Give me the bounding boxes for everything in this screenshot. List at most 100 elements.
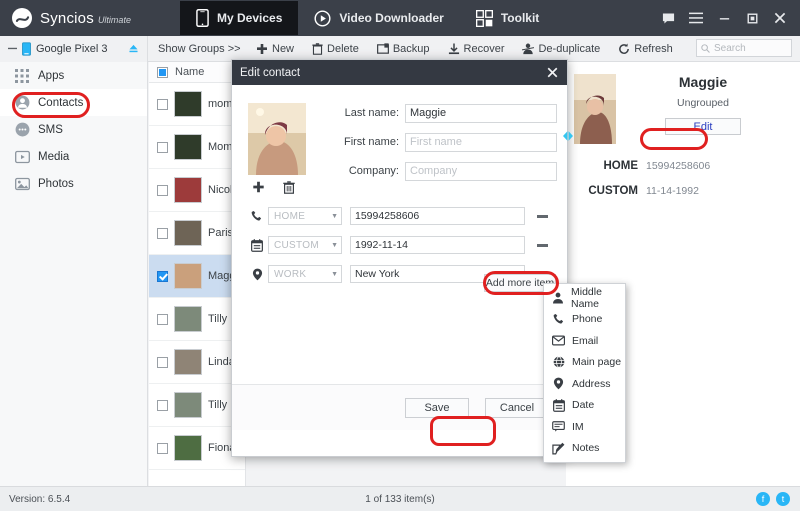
contact-row-checkbox[interactable] [157, 141, 168, 153]
feedback-icon[interactable] [656, 6, 680, 30]
dropdown-item-phone[interactable]: Phone [544, 309, 625, 331]
save-button[interactable]: Save [405, 397, 469, 418]
remove-item-icon[interactable] [531, 214, 553, 218]
dropdown-item-address[interactable]: Address [544, 373, 625, 395]
maximize-icon[interactable] [740, 6, 764, 30]
brand-edition: Ultimate [97, 15, 131, 25]
contact-row-checkbox[interactable] [157, 98, 168, 110]
contact-detail-fields: HOME 15994258606 CUSTOM 11-14-1992 [566, 160, 800, 197]
show-groups-button[interactable]: Show Groups >> [148, 43, 248, 55]
toolbar-refresh-button[interactable]: Refresh [610, 41, 681, 57]
sidebar: Apps Contacts SMS Media Photos [0, 62, 148, 486]
toolbar-deduplicate-button[interactable]: De-duplicate [514, 41, 608, 57]
sidebar-item-photos-label: Photos [38, 177, 74, 190]
contact-row-checkbox[interactable] [157, 270, 168, 282]
swap-arrows-icon[interactable] [561, 129, 575, 143]
dropdown-item-label: Main page [572, 356, 622, 369]
dialog-body: Last name: First name: Company: HOME▼ CUS… [232, 85, 573, 430]
nav-tabs: My Devices Video Downloader Toolkit [180, 0, 555, 36]
item-value-input[interactable] [350, 207, 525, 225]
dropdown-item-label: Phone [572, 313, 603, 326]
toolbar-new-button[interactable]: New [248, 41, 302, 57]
dropdown-item-im[interactable]: IM [544, 416, 625, 438]
photos-image-icon [14, 176, 30, 192]
contact-row-checkbox[interactable] [157, 356, 168, 368]
item-type-select[interactable]: HOME ▼ [268, 207, 342, 225]
dropdown-item-label: Middle Name [571, 285, 602, 310]
contact-row-checkbox[interactable] [157, 313, 168, 325]
dialog-contact-photo[interactable] [248, 103, 306, 175]
tab-my-devices[interactable]: My Devices [180, 1, 299, 35]
contact-row-checkbox[interactable] [157, 227, 168, 239]
toolbar-new-label: New [272, 42, 295, 55]
dropdown-item-label: Date [572, 399, 595, 412]
item-type-label: WORK [274, 268, 307, 280]
search-box[interactable]: Search [696, 39, 792, 57]
dropdown-item-label: IM [572, 420, 584, 433]
last-name-input[interactable] [405, 103, 557, 123]
dropdown-item-notes[interactable]: Notes [544, 438, 625, 460]
contact-thumbnail [174, 220, 202, 246]
facebook-icon[interactable]: f [756, 492, 770, 506]
dropdown-item-main-page[interactable]: Main page [544, 352, 625, 374]
menu-icon[interactable] [684, 6, 708, 30]
tab-toolkit[interactable]: Toolkit [460, 3, 555, 33]
sidebar-item-sms[interactable]: SMS [0, 116, 147, 143]
tab-video-downloader[interactable]: Video Downloader [298, 3, 459, 33]
sidebar-item-photos[interactable]: Photos [0, 170, 147, 197]
toolbar-backup-button[interactable]: Backup [369, 41, 438, 57]
toolbar-delete-button[interactable]: Delete [304, 41, 367, 57]
add-photo-icon[interactable] [252, 181, 265, 194]
contact-row-checkbox[interactable] [157, 442, 168, 454]
contact-thumbnail [174, 306, 202, 332]
dropdown-item-email[interactable]: Email [544, 330, 625, 352]
item-type-select[interactable]: WORK ▼ [268, 265, 342, 283]
dialog-name-fields: Last name: First name: Company: [342, 103, 573, 190]
minimize-icon[interactable] [712, 6, 736, 30]
first-name-input[interactable] [405, 132, 557, 152]
twitter-icon[interactable]: t [776, 492, 790, 506]
dialog-footer: Save Cancel [232, 384, 567, 430]
search-icon [701, 43, 710, 53]
chat-icon [552, 421, 565, 432]
sidebar-item-media[interactable]: Media [0, 143, 147, 170]
sidebar-item-apps[interactable]: Apps [0, 62, 147, 89]
syncios-logo-icon [12, 8, 32, 28]
select-all-checkbox[interactable] [157, 66, 168, 78]
field-value-custom: 11-14-1992 [646, 185, 699, 197]
close-icon[interactable] [768, 6, 792, 30]
contact-row-checkbox[interactable] [157, 399, 168, 411]
location-pin-icon [552, 377, 565, 390]
field-label-home: HOME [603, 160, 639, 172]
status-bar: Version: 6.5.4 1 of 133 item(s) f t [0, 486, 800, 511]
item-type-select[interactable]: CUSTOM ▼ [268, 236, 342, 254]
delete-photo-icon[interactable] [283, 181, 295, 194]
last-name-label: Last name: [344, 107, 399, 119]
dropdown-item-label: Address [572, 377, 611, 390]
contact-row-name: Paris [208, 227, 234, 239]
edit-button[interactable]: Edit [665, 118, 741, 135]
close-icon[interactable] [546, 66, 559, 79]
apps-grid-icon [14, 68, 30, 84]
cancel-button[interactable]: Cancel [485, 397, 549, 418]
toolbar-recover-button[interactable]: Recover [440, 41, 513, 57]
remove-item-icon[interactable] [531, 243, 553, 247]
dialog-company-row: Company: [342, 161, 557, 181]
dialog-item-row: HOME ▼ [248, 207, 553, 225]
dropdown-item-date[interactable]: Date [544, 395, 625, 417]
contact-thumbnail [174, 349, 202, 375]
contact-detail-field-home: HOME 15994258606 [572, 160, 800, 172]
window-controls [656, 0, 792, 36]
company-input[interactable] [405, 161, 557, 181]
sidebar-item-contacts[interactable]: Contacts [0, 89, 147, 116]
tab-toolkit-label: Toolkit [500, 11, 540, 25]
item-count-label: 1 of 133 item(s) [365, 493, 435, 505]
eject-icon[interactable] [128, 43, 147, 54]
device-selector[interactable]: Google Pixel 3 [0, 35, 148, 62]
calendar-icon [248, 238, 266, 252]
plus-icon [256, 43, 268, 55]
dropdown-item-middle-name[interactable]: Middle Name [544, 285, 625, 310]
item-value-input[interactable] [350, 236, 525, 254]
contact-thumbnail [174, 177, 202, 203]
contact-row-checkbox[interactable] [157, 184, 168, 196]
